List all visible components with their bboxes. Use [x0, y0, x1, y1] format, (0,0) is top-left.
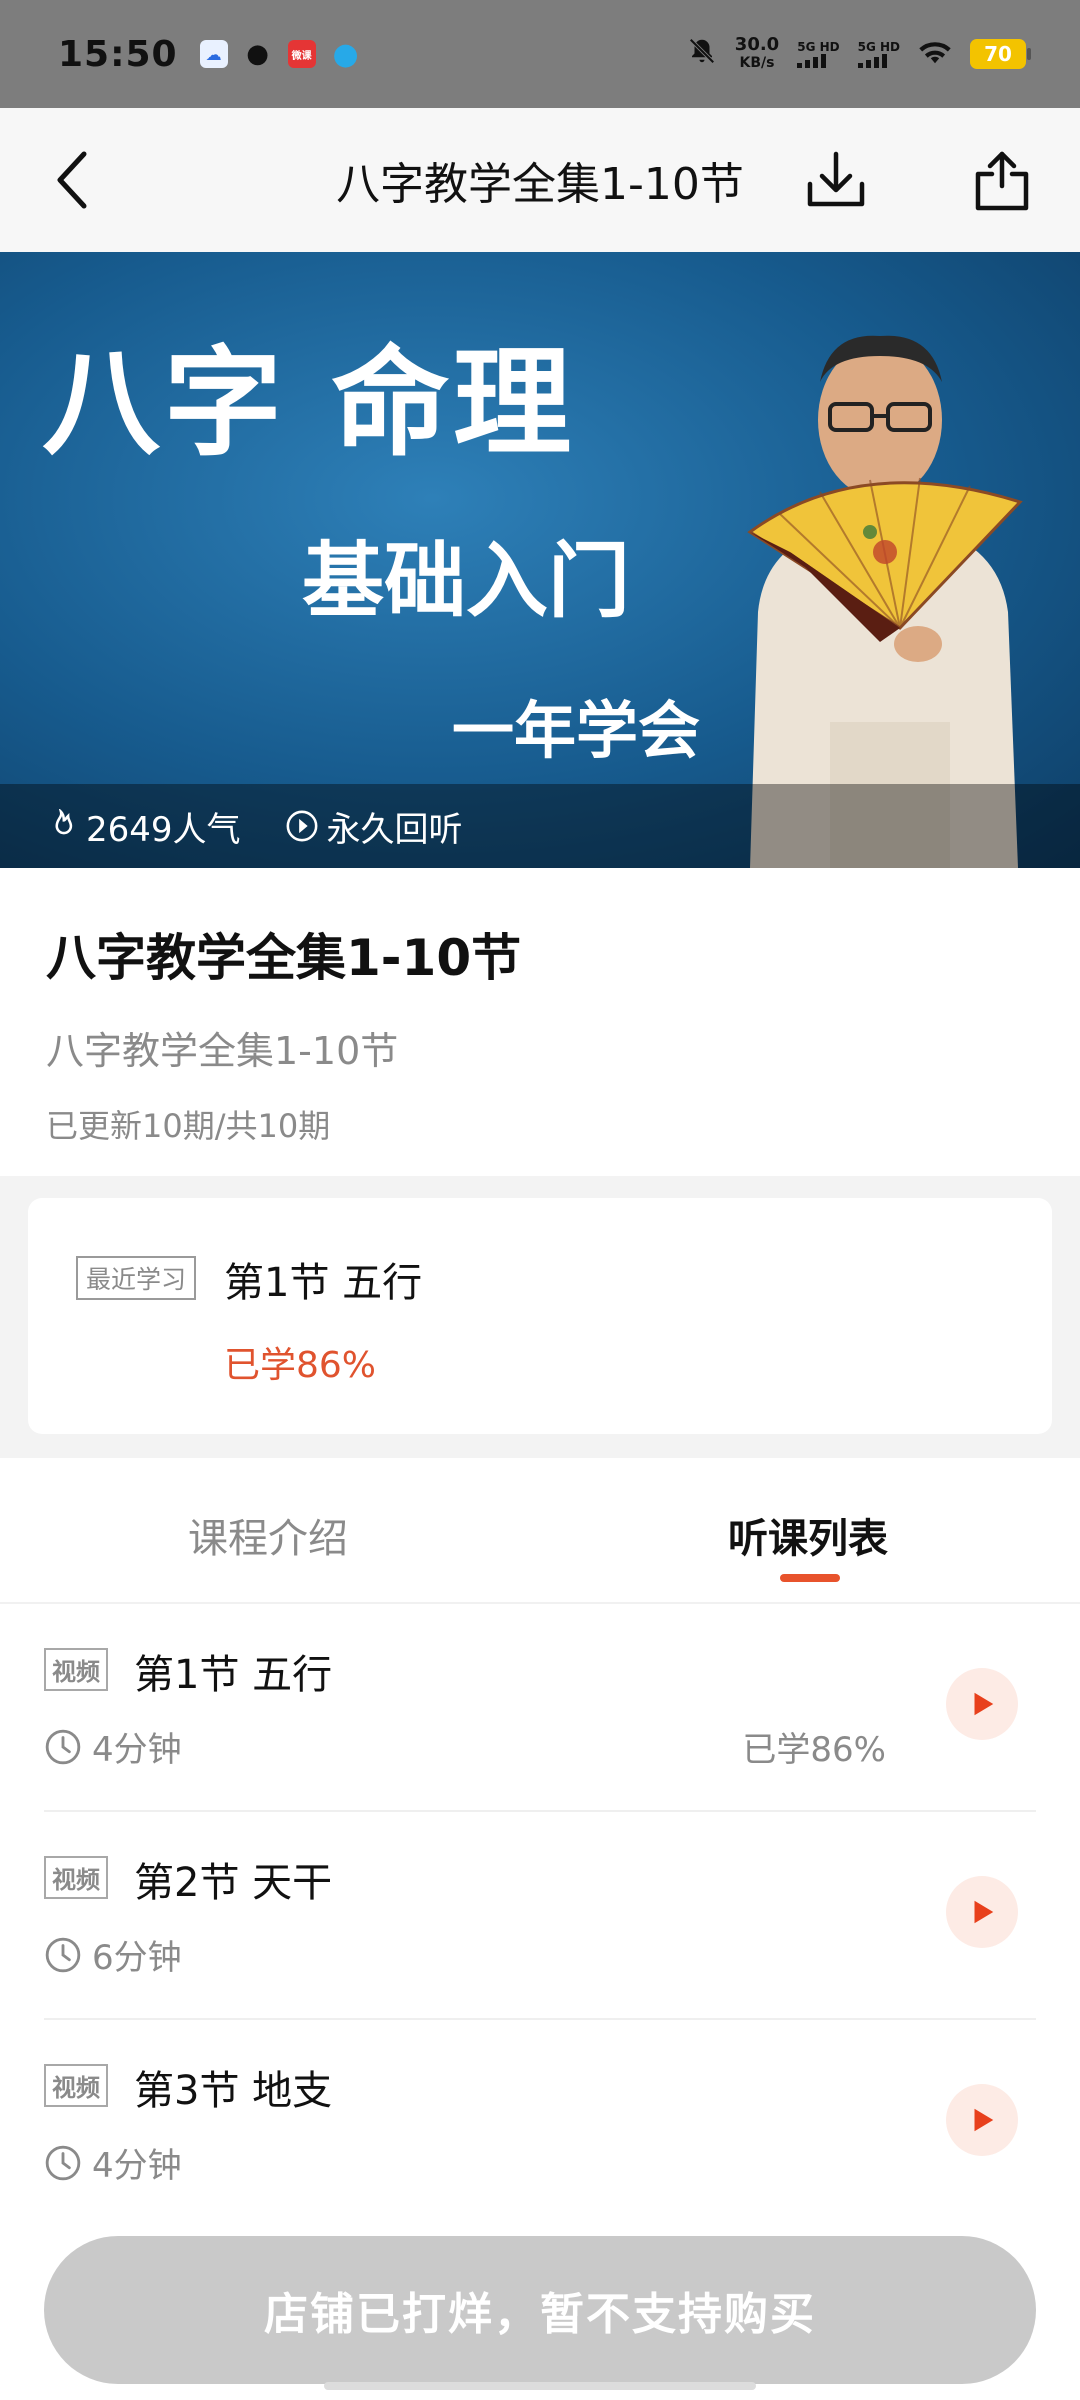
teacher-photo [747, 335, 1023, 868]
lesson-duration: 4分钟 [44, 1722, 182, 1771]
lesson-title: 第3节 地支 [134, 2068, 333, 2114]
weike-icon: 微课 [287, 40, 316, 68]
lesson-row[interactable]: 视频 第1节 五行 4分钟 已学86% [0, 1604, 1080, 1812]
play-icon [974, 1900, 994, 1924]
clock-icon [45, 2145, 81, 2180]
recent-study-tag: 最近学习 [76, 1256, 197, 1300]
signal-2: 5G HD [857, 40, 900, 68]
play-button[interactable] [946, 1876, 1018, 1948]
flame-icon [55, 809, 73, 835]
video-tag: 视频 [44, 2064, 108, 2107]
bottom-bar: 店铺已打烊，暂不支持购买 [0, 2228, 1080, 2400]
tab-course-intro[interactable]: 课程介绍 [188, 1506, 348, 1564]
active-tab-indicator [780, 1574, 840, 1582]
lesson-title: 第1节 五行 [134, 1652, 333, 1698]
video-tag: 视频 [44, 1856, 108, 1899]
back-button[interactable] [44, 151, 100, 209]
home-indicator[interactable] [324, 2382, 756, 2390]
recent-study-section: 最近学习 第1节 五行 已学86% [0, 1176, 1080, 1458]
course-info: 八字教学全集1-10节 八字教学全集1-10节 已更新10期/共10期 [0, 868, 1080, 1176]
banner-meta-bar: 2649人气 永久回听 [0, 784, 1080, 868]
banner-headline: 八字 命理 [42, 333, 576, 472]
clock-icon [45, 1937, 81, 1972]
tab-lesson-list[interactable]: 听课列表 [728, 1506, 888, 1564]
play-icon [974, 2108, 994, 2132]
download-icon [807, 151, 865, 207]
play-button[interactable] [946, 1668, 1018, 1740]
lesson-row[interactable]: 视频 第2节 天干 6分钟 [0, 1812, 1080, 2020]
chevron-left-icon [57, 151, 87, 209]
lesson-progress: 已学86% [742, 1730, 886, 1770]
wechat-icon: ● [246, 39, 269, 69]
recent-study-card[interactable]: 最近学习 第1节 五行 已学86% [28, 1198, 1052, 1434]
status-bar: 15:50 ☁ ● 微课 ● 30.0 KB/s 5G HD 5G HD 70 [0, 0, 1080, 108]
share-button[interactable] [970, 148, 1034, 212]
status-app-icons: ☁ ● 微课 ● [199, 36, 360, 72]
lesson-duration: 4分钟 [44, 2138, 182, 2187]
lesson-title: 第2节 天干 [134, 1860, 333, 1906]
page-title: 八字教学全集1-10节 [336, 159, 744, 210]
cloud-app-icon: ☁ [199, 40, 228, 68]
battery-icon: 70 [970, 39, 1031, 69]
banner-subheadline: 基础入门 [302, 533, 631, 629]
status-time: 15:50 [58, 33, 178, 75]
status-indicators: 30.0 KB/s 5G HD 5G HD 70 [687, 34, 1031, 73]
buy-button[interactable]: 店铺已打烊，暂不支持购买 [44, 2236, 1036, 2384]
tab-bar: 课程介绍 听课列表 [0, 1458, 1080, 1604]
video-tag: 视频 [44, 1648, 108, 1691]
wifi-icon [918, 38, 952, 70]
clock-icon [45, 1729, 81, 1764]
course-update-status: 已更新10期/共10期 [46, 1107, 331, 1145]
drop-icon: ● [332, 36, 359, 72]
play-icon [974, 1692, 994, 1716]
mute-bell-icon [687, 36, 717, 73]
course-subtitle: 八字教学全集1-10节 [46, 1029, 399, 1073]
top-nav-bar: 八字教学全集1-10节 [0, 108, 1080, 252]
banner-tagline: 一年学会 [452, 694, 701, 767]
recent-lesson-title: 第1节 五行 [224, 1260, 423, 1306]
course-title: 八字教学全集1-10节 [46, 929, 522, 987]
lesson-row[interactable]: 视频 第3节 地支 4分钟 [0, 2020, 1080, 2228]
signal-1: 5G HD [797, 40, 840, 68]
net-speed: 30.0 KB/s [734, 34, 780, 72]
replay-label: 永久回听 [326, 809, 463, 850]
lesson-list: 视频 第1节 五行 4分钟 已学86% 视频 第2节 天干 6分钟 视频 第3节… [0, 1604, 1080, 2228]
play-button[interactable] [946, 2084, 1018, 2156]
share-icon [975, 151, 1029, 211]
replay-icon [286, 810, 317, 842]
recent-lesson-progress: 已学86% [224, 1345, 377, 1386]
download-button[interactable] [804, 148, 868, 212]
course-banner[interactable]: 八字 命理 基础入门 一年学会 2649人气 永久回听 [0, 252, 1080, 868]
popularity-count: 2649人气 [86, 809, 241, 850]
lesson-duration: 6分钟 [44, 1930, 182, 1979]
